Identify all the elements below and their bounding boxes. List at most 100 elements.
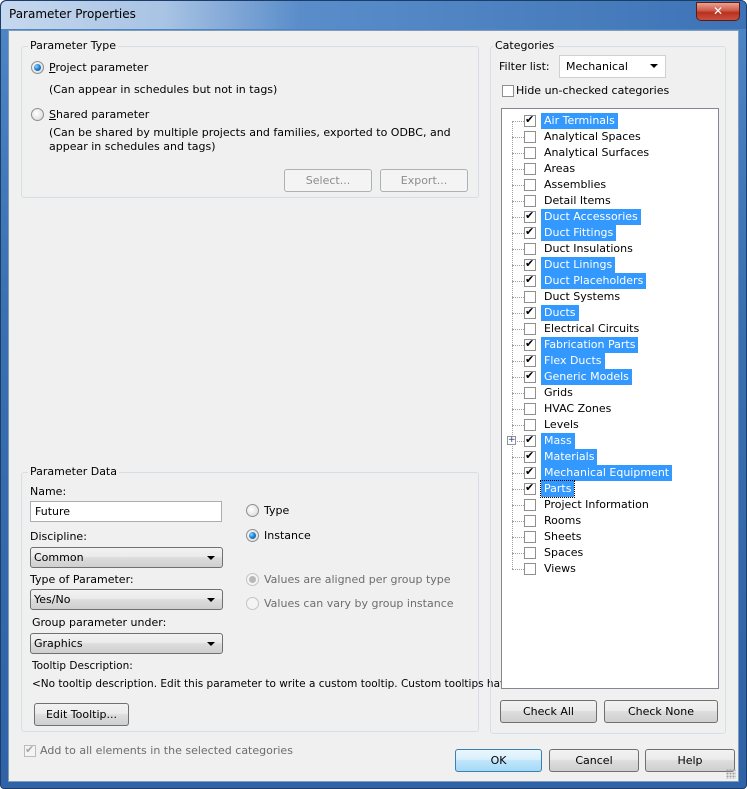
category-label[interactable]: Spaces	[541, 545, 586, 561]
discipline-dropdown[interactable]: Common	[30, 547, 223, 568]
name-input[interactable]: Future	[30, 501, 222, 522]
category-item[interactable]: Generic Models	[502, 369, 716, 385]
category-label[interactable]: Analytical Surfaces	[541, 145, 652, 161]
category-label[interactable]: Rooms	[541, 513, 584, 529]
aligned-per-group-label[interactable]: Values are aligned per group type	[264, 573, 451, 586]
category-checkbox[interactable]	[524, 225, 536, 239]
category-label[interactable]: Levels	[541, 417, 582, 433]
category-label[interactable]: Sheets	[541, 529, 585, 545]
category-label[interactable]: Analytical Spaces	[541, 129, 644, 145]
category-checkbox[interactable]	[524, 419, 536, 431]
category-checkbox[interactable]	[524, 465, 536, 479]
category-item[interactable]: Duct Placeholders	[502, 273, 716, 289]
category-checkbox[interactable]	[524, 305, 536, 319]
type-radio-label[interactable]: Type	[264, 504, 289, 517]
categories-tree[interactable]: Air TerminalsAnalytical SpacesAnalytical…	[501, 108, 719, 689]
category-checkbox[interactable]	[524, 403, 536, 415]
close-button[interactable]: ✕	[696, 2, 740, 21]
shared-parameter-label[interactable]: Shared parameter	[49, 108, 149, 121]
category-item[interactable]: Levels	[502, 417, 716, 433]
category-item[interactable]: Flex Ducts	[502, 353, 716, 369]
help-button[interactable]: Help	[645, 749, 735, 772]
category-item[interactable]: + Mass	[502, 433, 716, 449]
category-item[interactable]: Analytical Spaces	[502, 129, 716, 145]
category-checkbox[interactable]	[524, 195, 536, 207]
category-item[interactable]: Air Terminals	[502, 113, 716, 129]
category-item[interactable]: Grids	[502, 385, 716, 401]
category-item[interactable]: Parts	[502, 480, 716, 498]
check-all-button[interactable]: Check All	[500, 700, 597, 723]
category-label[interactable]: Parts	[539, 480, 576, 498]
category-item[interactable]: Materials	[502, 449, 716, 465]
resize-grip[interactable]	[726, 769, 736, 779]
category-label[interactable]: Materials	[541, 449, 598, 465]
category-label[interactable]: Areas	[541, 161, 578, 177]
category-checkbox[interactable]	[524, 449, 536, 463]
category-label[interactable]: Ducts	[541, 305, 579, 321]
project-parameter-label[interactable]: Project parameter	[49, 61, 148, 74]
category-checkbox[interactable]	[524, 499, 536, 511]
category-label[interactable]: Electrical Circuits	[541, 321, 642, 337]
category-label[interactable]: Mechanical Equipment	[541, 465, 673, 481]
type-radio[interactable]	[246, 504, 259, 517]
category-checkbox[interactable]	[524, 481, 536, 495]
category-item[interactable]: Duct Insulations	[502, 241, 716, 257]
category-label[interactable]: Duct Fittings	[541, 225, 617, 241]
category-item[interactable]: Ducts	[502, 305, 716, 321]
category-checkbox[interactable]	[524, 337, 536, 351]
category-label[interactable]: Duct Accessories	[541, 209, 641, 225]
category-checkbox[interactable]	[524, 563, 536, 575]
vary-by-instance-label[interactable]: Values can vary by group instance	[264, 597, 454, 610]
category-checkbox[interactable]	[524, 179, 536, 191]
category-item[interactable]: Spaces	[502, 545, 716, 561]
aligned-per-group-radio[interactable]	[246, 573, 259, 586]
export-button[interactable]: Export...	[380, 169, 468, 192]
category-item[interactable]: Duct Fittings	[502, 225, 716, 241]
category-item[interactable]: Analytical Surfaces	[502, 145, 716, 161]
hide-unchecked-checkbox[interactable]	[502, 85, 514, 97]
category-checkbox[interactable]	[524, 515, 536, 527]
category-label[interactable]: Air Terminals	[541, 113, 618, 129]
add-to-all-checkbox[interactable]	[24, 743, 36, 757]
hide-unchecked-label[interactable]: Hide un-checked categories	[516, 84, 669, 97]
vary-by-instance-radio[interactable]	[246, 597, 259, 610]
instance-radio[interactable]	[246, 529, 259, 542]
category-label[interactable]: HVAC Zones	[541, 401, 614, 417]
category-item[interactable]: Views	[502, 561, 716, 577]
category-item[interactable]: Duct Accessories	[502, 209, 716, 225]
category-item[interactable]: Sheets	[502, 529, 716, 545]
category-checkbox[interactable]	[524, 209, 536, 223]
category-label[interactable]: Views	[541, 561, 579, 577]
category-item[interactable]: Project Information	[502, 497, 716, 513]
category-label[interactable]: Fabrication Parts	[541, 337, 639, 353]
type-of-parameter-dropdown[interactable]: Yes/No	[30, 589, 223, 610]
edit-tooltip-button[interactable]: Edit Tooltip...	[34, 703, 129, 726]
category-item[interactable]: Duct Linings	[502, 257, 716, 273]
category-label[interactable]: Assemblies	[541, 177, 609, 193]
group-under-dropdown[interactable]: Graphics	[30, 633, 223, 654]
category-item[interactable]: Fabrication Parts	[502, 337, 716, 353]
instance-radio-label[interactable]: Instance	[264, 529, 311, 542]
category-checkbox[interactable]	[524, 257, 536, 271]
category-checkbox[interactable]	[524, 243, 536, 255]
category-item[interactable]: Mechanical Equipment	[502, 465, 716, 481]
category-label[interactable]: Mass	[541, 433, 575, 449]
category-item[interactable]: Assemblies	[502, 177, 716, 193]
category-checkbox[interactable]	[524, 387, 536, 399]
category-checkbox[interactable]	[524, 291, 536, 303]
category-label[interactable]: Duct Linings	[541, 257, 616, 273]
shared-parameter-radio[interactable]	[31, 108, 44, 121]
category-item[interactable]: HVAC Zones	[502, 401, 716, 417]
category-checkbox[interactable]	[524, 113, 536, 127]
category-label[interactable]: Generic Models	[541, 369, 632, 385]
project-parameter-radio[interactable]	[31, 61, 44, 74]
category-item[interactable]: Rooms	[502, 513, 716, 529]
category-label[interactable]: Project Information	[541, 497, 652, 513]
category-label[interactable]: Duct Insulations	[541, 241, 636, 257]
category-checkbox[interactable]	[524, 323, 536, 335]
category-checkbox[interactable]	[524, 147, 536, 159]
add-to-all-label[interactable]: Add to all elements in the selected cate…	[40, 744, 293, 757]
category-checkbox[interactable]	[524, 163, 536, 175]
category-label[interactable]: Duct Systems	[541, 289, 623, 305]
category-item[interactable]: Duct Systems	[502, 289, 716, 305]
